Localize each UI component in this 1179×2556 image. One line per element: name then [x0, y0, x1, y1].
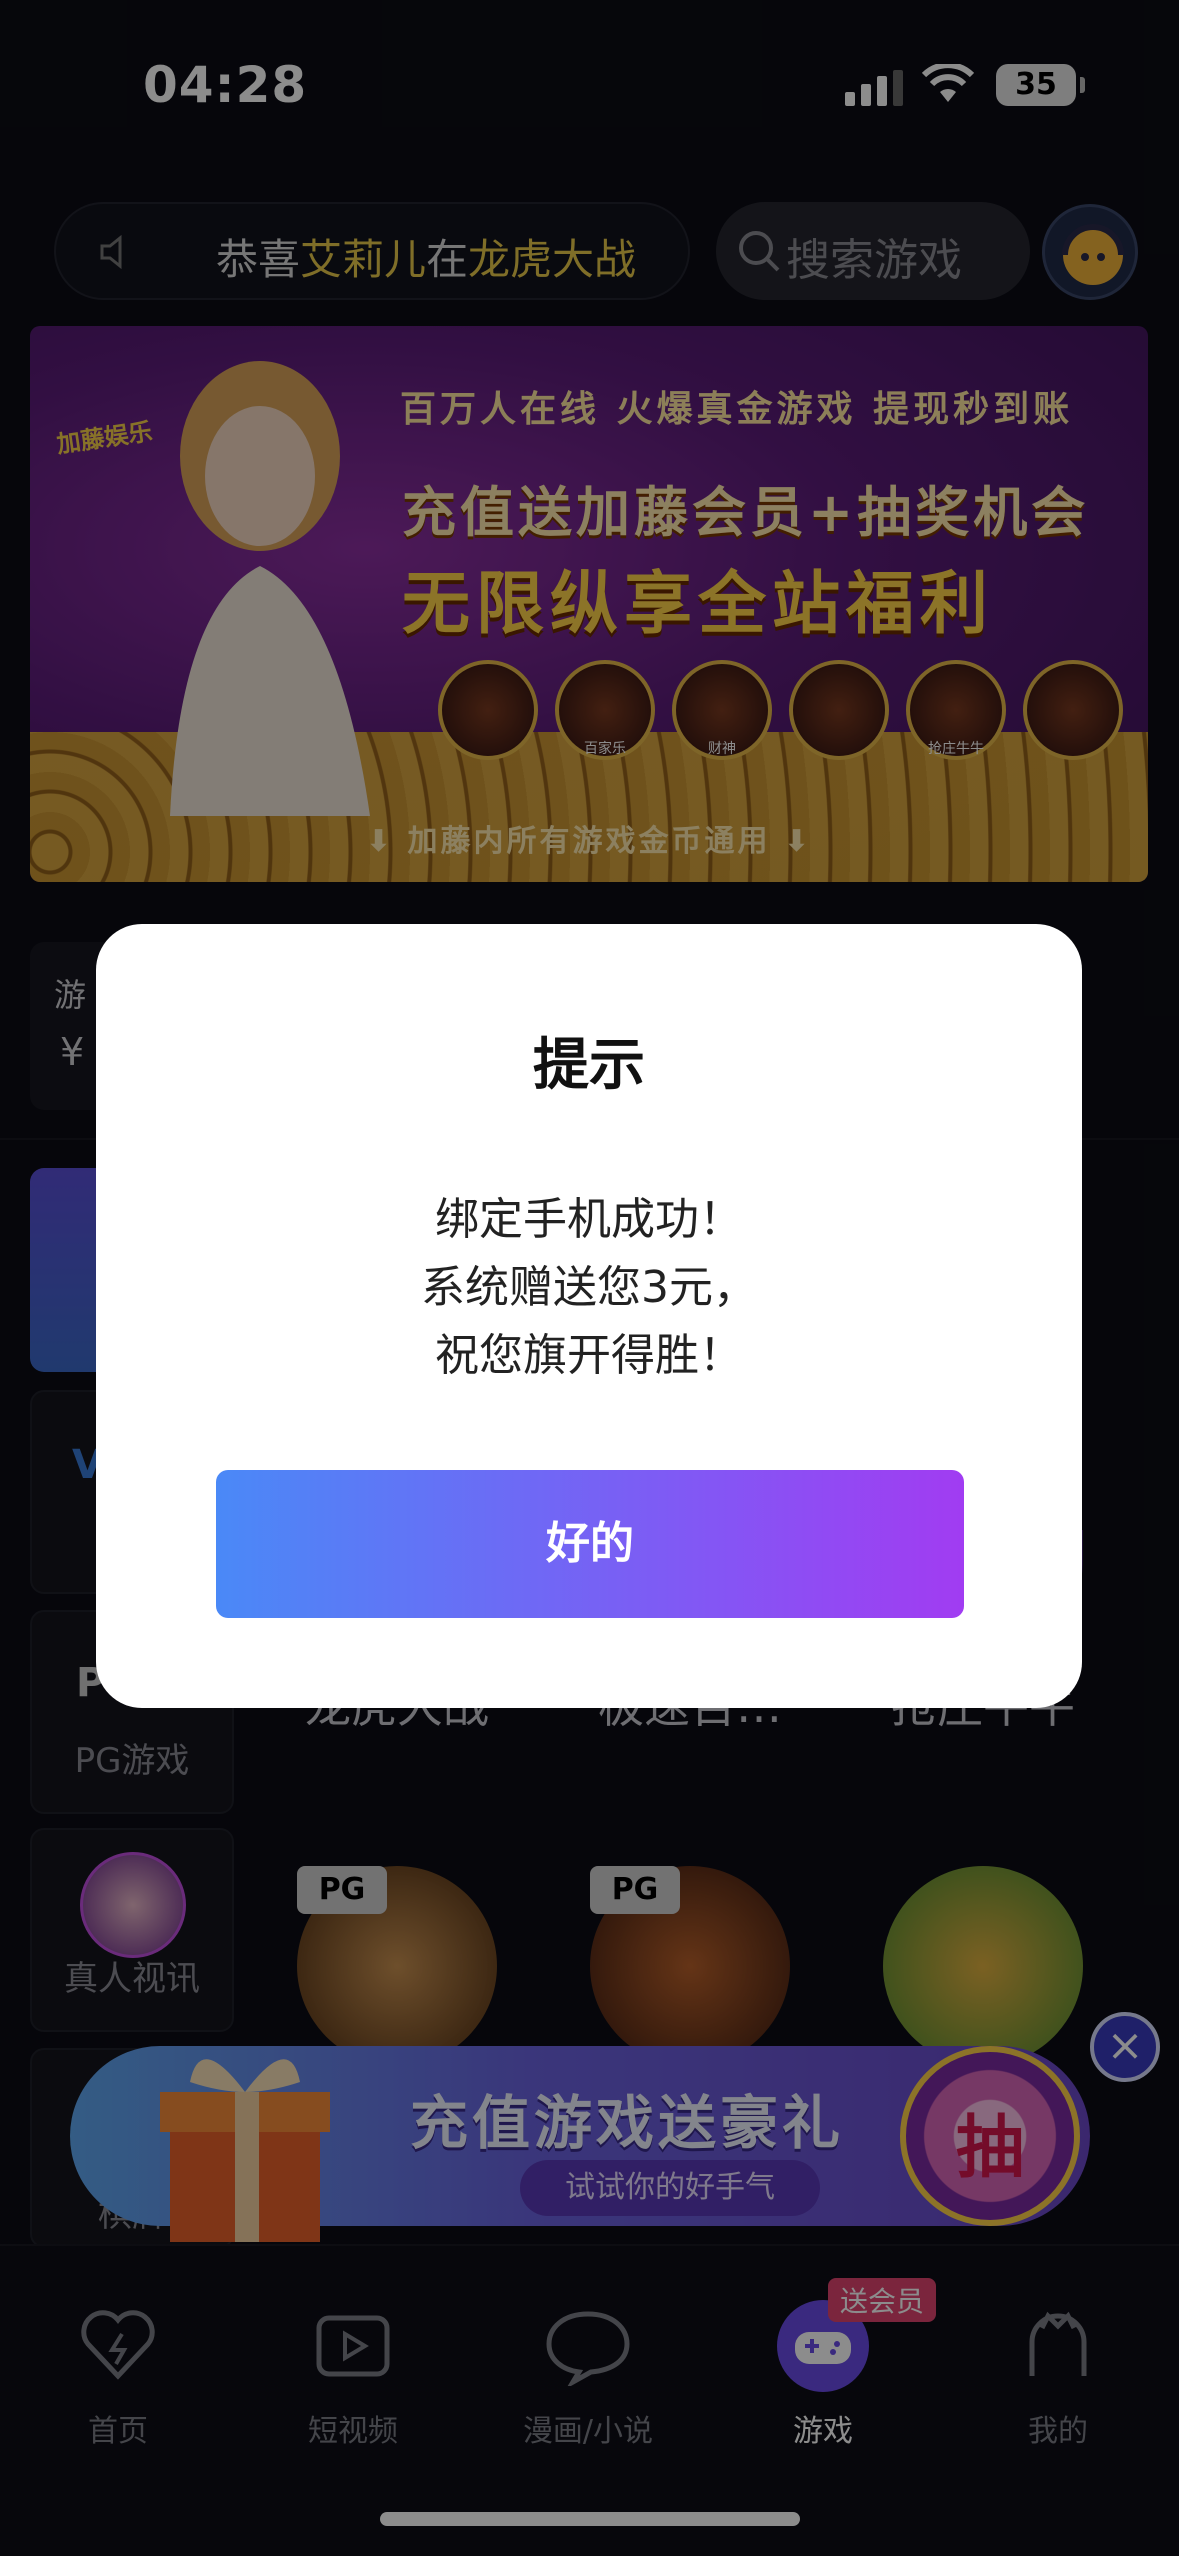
dialog-message: 绑定手机成功！ 系统赠送您3元， 祝您旗开得胜！: [421, 1194, 757, 1381]
dialog-title: 提示: [533, 1033, 645, 1098]
alert-dialog: 提示 绑定手机成功！ 系统赠送您3元， 祝您旗开得胜！ 好的: [96, 924, 1082, 1708]
ok-button[interactable]: 好的: [216, 1470, 964, 1618]
